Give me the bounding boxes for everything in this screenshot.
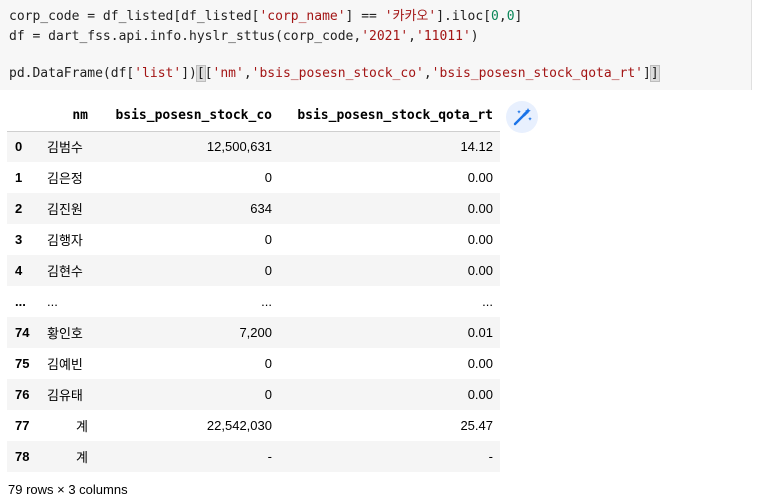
row-index: 0	[15, 139, 23, 155]
cell-stock-co: 0	[264, 170, 272, 185]
code-cell[interactable]: corp_code = df_listed[df_listed['corp_na…	[0, 0, 752, 90]
cell-nm: 김행자	[47, 233, 83, 248]
cell-stock-qota-rt: 0.00	[467, 170, 493, 185]
cell-nm: 계	[76, 450, 88, 465]
cell-stock-co: 12,500,631	[206, 139, 272, 155]
cell-stock-qota-rt: 0.01	[467, 325, 493, 340]
cell-nm: ...	[47, 294, 58, 309]
code-line-1: corp_code = df_listed[df_listed['corp_na…	[9, 9, 523, 24]
cell-stock-co: ...	[261, 294, 272, 309]
table-row: 78 계 - -	[7, 441, 500, 472]
table-row: 3 김행자 0 0.00	[7, 224, 500, 255]
table-row: 77 계 22,542,030 25.47	[7, 410, 500, 441]
cell-stock-co: 0	[264, 387, 272, 402]
cell-nm: 김범수	[47, 140, 83, 156]
cell-stock-co: 0	[264, 232, 272, 247]
cell-stock-qota-rt: 0.00	[467, 201, 493, 216]
cell-nm: 김유태	[47, 388, 83, 403]
row-index: 74	[15, 325, 30, 340]
table-row: 1 김은정 0 0.00	[7, 162, 500, 193]
table-header-row: nm bsis_posesn_stock_co bsis_posesn_stoc…	[7, 100, 500, 132]
table-row: 76 김유태 0 0.00	[7, 379, 500, 410]
table-row: 74 황인호 7,200 0.01	[7, 317, 500, 348]
cell-stock-qota-rt: ...	[482, 294, 493, 309]
magic-wand-button[interactable]	[506, 101, 538, 133]
row-index: ...	[15, 294, 26, 309]
cell-nm: 김예빈	[47, 357, 83, 372]
cell-nm: 김진원	[47, 202, 83, 217]
dataframe-shape-text: 79 rows × 3 columns	[8, 482, 128, 497]
magic-wand-icon	[513, 108, 532, 126]
code-line-2: df = dart_fss.api.info.hyslr_sttus(corp_…	[9, 29, 479, 44]
cell-stock-co: 634	[250, 201, 272, 216]
cell-stock-co: 7,200	[239, 325, 272, 340]
table-row: 75 김예빈 0 0.00	[7, 348, 500, 379]
cell-stock-qota-rt: 25.47	[460, 418, 493, 433]
cell-nm: 김은정	[47, 171, 83, 186]
cell-stock-qota-rt: 0.00	[467, 356, 493, 371]
cell-stock-co: 0	[264, 263, 272, 278]
table-row: 4 김현수 0 0.00	[7, 255, 500, 286]
code-line-4: pd.DataFrame(df['list'])[['nm','bsis_pos…	[9, 65, 660, 82]
row-index: 3	[15, 232, 23, 247]
row-index: 76	[15, 387, 30, 402]
cell-stock-qota-rt: 0.00	[467, 263, 493, 278]
table-row: 0 김범수 12,500,631 14.12	[7, 131, 500, 162]
cell-nm: 황인호	[47, 326, 83, 341]
cell-stock-co: 0	[264, 356, 272, 371]
cell-stock-co: 22,542,030	[206, 418, 272, 433]
text-cursor	[658, 65, 660, 80]
row-index: 77	[15, 418, 30, 433]
table-row: 2 김진원 634 0.00	[7, 193, 500, 224]
cell-stock-co: -	[267, 449, 272, 464]
cell-nm: 김현수	[47, 264, 83, 279]
table-row-ellipsis: ............	[7, 286, 500, 317]
cell-stock-qota-rt: 0.00	[467, 387, 493, 402]
row-index: 2	[15, 201, 23, 216]
column-header-nm: nm	[40, 100, 95, 132]
column-header-stock-co: bsis_posesn_stock_co	[95, 100, 279, 132]
cell-nm: 계	[76, 419, 88, 434]
cell-stock-qota-rt: 0.00	[467, 232, 493, 247]
cell-stock-qota-rt: -	[488, 449, 493, 464]
index-header	[7, 100, 40, 132]
column-header-stock-qota-rt: bsis_posesn_stock_qota_rt	[279, 100, 500, 132]
cell-stock-qota-rt: 14.12	[460, 139, 493, 155]
row-index: 1	[15, 170, 23, 185]
dataframe-table: nm bsis_posesn_stock_co bsis_posesn_stoc…	[7, 100, 500, 472]
row-index: 78	[15, 449, 30, 464]
row-index: 4	[15, 263, 23, 278]
row-index: 75	[15, 356, 30, 371]
